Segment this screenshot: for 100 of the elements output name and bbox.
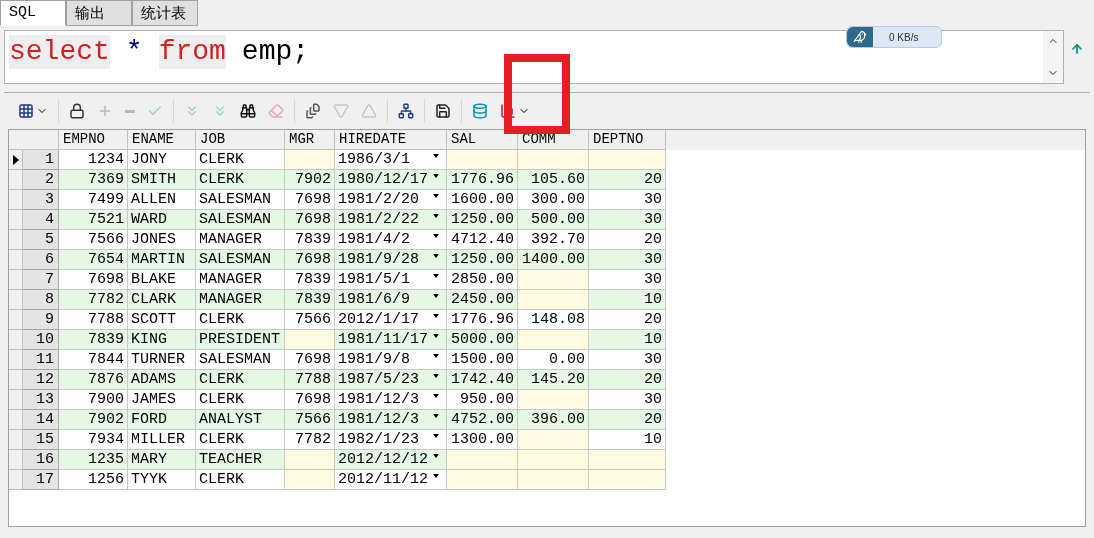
dropdown-icon[interactable]	[433, 314, 439, 318]
row-number[interactable]: 8	[23, 290, 59, 310]
table-cell: 30	[589, 190, 666, 210]
dropdown-icon[interactable]	[433, 154, 439, 158]
minus-icon	[125, 109, 135, 113]
table-cell: WARD	[128, 210, 196, 230]
dropdown-icon[interactable]	[433, 374, 439, 378]
dropdown-icon[interactable]	[433, 214, 439, 218]
row-number[interactable]: 2	[23, 170, 59, 190]
dropdown-icon[interactable]	[433, 234, 439, 238]
table-cell: MANAGER	[196, 290, 285, 310]
table-cell: FORD	[128, 410, 196, 430]
row-number[interactable]: 16	[23, 450, 59, 470]
row-number[interactable]: 9	[23, 310, 59, 330]
table-cell: JONES	[128, 230, 196, 250]
tab[interactable]: 输出	[66, 0, 132, 26]
dropdown-icon[interactable]	[433, 274, 439, 278]
table-cell: 20	[589, 170, 666, 190]
dropdown-icon[interactable]	[433, 294, 439, 298]
table-cell: 30	[589, 390, 666, 410]
table-cell: 7698	[285, 250, 335, 270]
row-indicator[interactable]	[9, 150, 23, 170]
table-cell: JAMES	[128, 390, 196, 410]
row-number[interactable]: 17	[23, 470, 59, 490]
dropdown-icon[interactable]	[433, 454, 439, 458]
row-number[interactable]: 6	[23, 250, 59, 270]
table-cell: 1742.40	[447, 370, 518, 390]
table-cell: 7698	[285, 350, 335, 370]
row-number[interactable]: 14	[23, 410, 59, 430]
dropdown-icon[interactable]	[433, 194, 439, 198]
triangle-up-icon	[361, 103, 377, 119]
table-cell: MANAGER	[196, 230, 285, 250]
table-cell: 20	[589, 310, 666, 330]
dropdown-icon[interactable]	[433, 354, 439, 358]
table-cell: 2012/12/12	[335, 450, 447, 470]
table-cell: 1250.00	[447, 210, 518, 230]
dropdown-icon[interactable]	[433, 174, 439, 178]
row-number[interactable]: 7	[23, 270, 59, 290]
table-cell: CLARK	[128, 290, 196, 310]
table-cell: ANALYST	[196, 410, 285, 430]
table-cell: 7654	[59, 250, 128, 270]
table-cell: 7698	[285, 210, 335, 230]
row-number[interactable]: 10	[23, 330, 59, 350]
table-cell	[518, 330, 589, 350]
dropdown-icon[interactable]	[433, 254, 439, 258]
table-cell: 1981/2/20	[335, 190, 447, 210]
scrollbar[interactable]	[1043, 31, 1063, 83]
table-cell: MANAGER	[196, 270, 285, 290]
dropdown-icon[interactable]	[433, 414, 439, 418]
table-cell: 10	[589, 290, 666, 310]
row-number[interactable]: 11	[23, 350, 59, 370]
plus-icon	[97, 103, 113, 119]
table-cell: 1982/1/23	[335, 430, 447, 450]
dropdown-icon[interactable]	[433, 334, 439, 338]
dropdown-icon[interactable]	[433, 394, 439, 398]
row-number[interactable]: 4	[23, 210, 59, 230]
table-cell: 1300.00	[447, 430, 518, 450]
table-cell: 7698	[285, 390, 335, 410]
table-cell	[447, 470, 518, 490]
table-cell: 4752.00	[447, 410, 518, 430]
table-cell: SALESMAN	[196, 210, 285, 230]
table-cell: 7934	[59, 430, 128, 450]
table-cell: 7902	[59, 410, 128, 430]
row-number[interactable]: 15	[23, 430, 59, 450]
table-cell: 7566	[59, 230, 128, 250]
table-cell: 1981/5/1	[335, 270, 447, 290]
eraser-icon	[268, 103, 284, 119]
table-cell: 950.00	[447, 390, 518, 410]
sql-keyword: select	[9, 35, 110, 69]
dropdown-icon[interactable]	[433, 434, 439, 438]
table-cell: 1981/12/3	[335, 390, 447, 410]
table-cell: 10	[589, 330, 666, 350]
table-cell: 7566	[285, 310, 335, 330]
arrow-up-icon[interactable]	[1070, 42, 1084, 56]
table-cell: ADAMS	[128, 370, 196, 390]
bar-chart-icon	[500, 103, 516, 119]
table-cell: TURNER	[128, 350, 196, 370]
table-cell: 7900	[59, 390, 128, 410]
row-number[interactable]: 12	[23, 370, 59, 390]
table-cell: 1981/4/2	[335, 230, 447, 250]
table-cell: 1400.00	[518, 250, 589, 270]
table-cell: 7499	[59, 190, 128, 210]
table-cell: CLERK	[196, 310, 285, 330]
table-cell: 2850.00	[447, 270, 518, 290]
table-cell	[285, 150, 335, 170]
table-cell: CLERK	[196, 430, 285, 450]
table-cell: 7782	[285, 430, 335, 450]
dropdown-icon[interactable]	[433, 474, 439, 478]
table-cell: 2450.00	[447, 290, 518, 310]
row-number[interactable]: 13	[23, 390, 59, 410]
table-cell: 500.00	[518, 210, 589, 230]
tab[interactable]: SQL	[0, 0, 66, 26]
table-cell	[518, 390, 589, 410]
row-number[interactable]: 1	[23, 150, 59, 170]
row-number[interactable]: 5	[23, 230, 59, 250]
bird-icon	[853, 30, 867, 44]
table-cell: 1600.00	[447, 190, 518, 210]
table-cell: 300.00	[518, 190, 589, 210]
row-number[interactable]: 3	[23, 190, 59, 210]
tab[interactable]: 统计表	[132, 0, 198, 26]
